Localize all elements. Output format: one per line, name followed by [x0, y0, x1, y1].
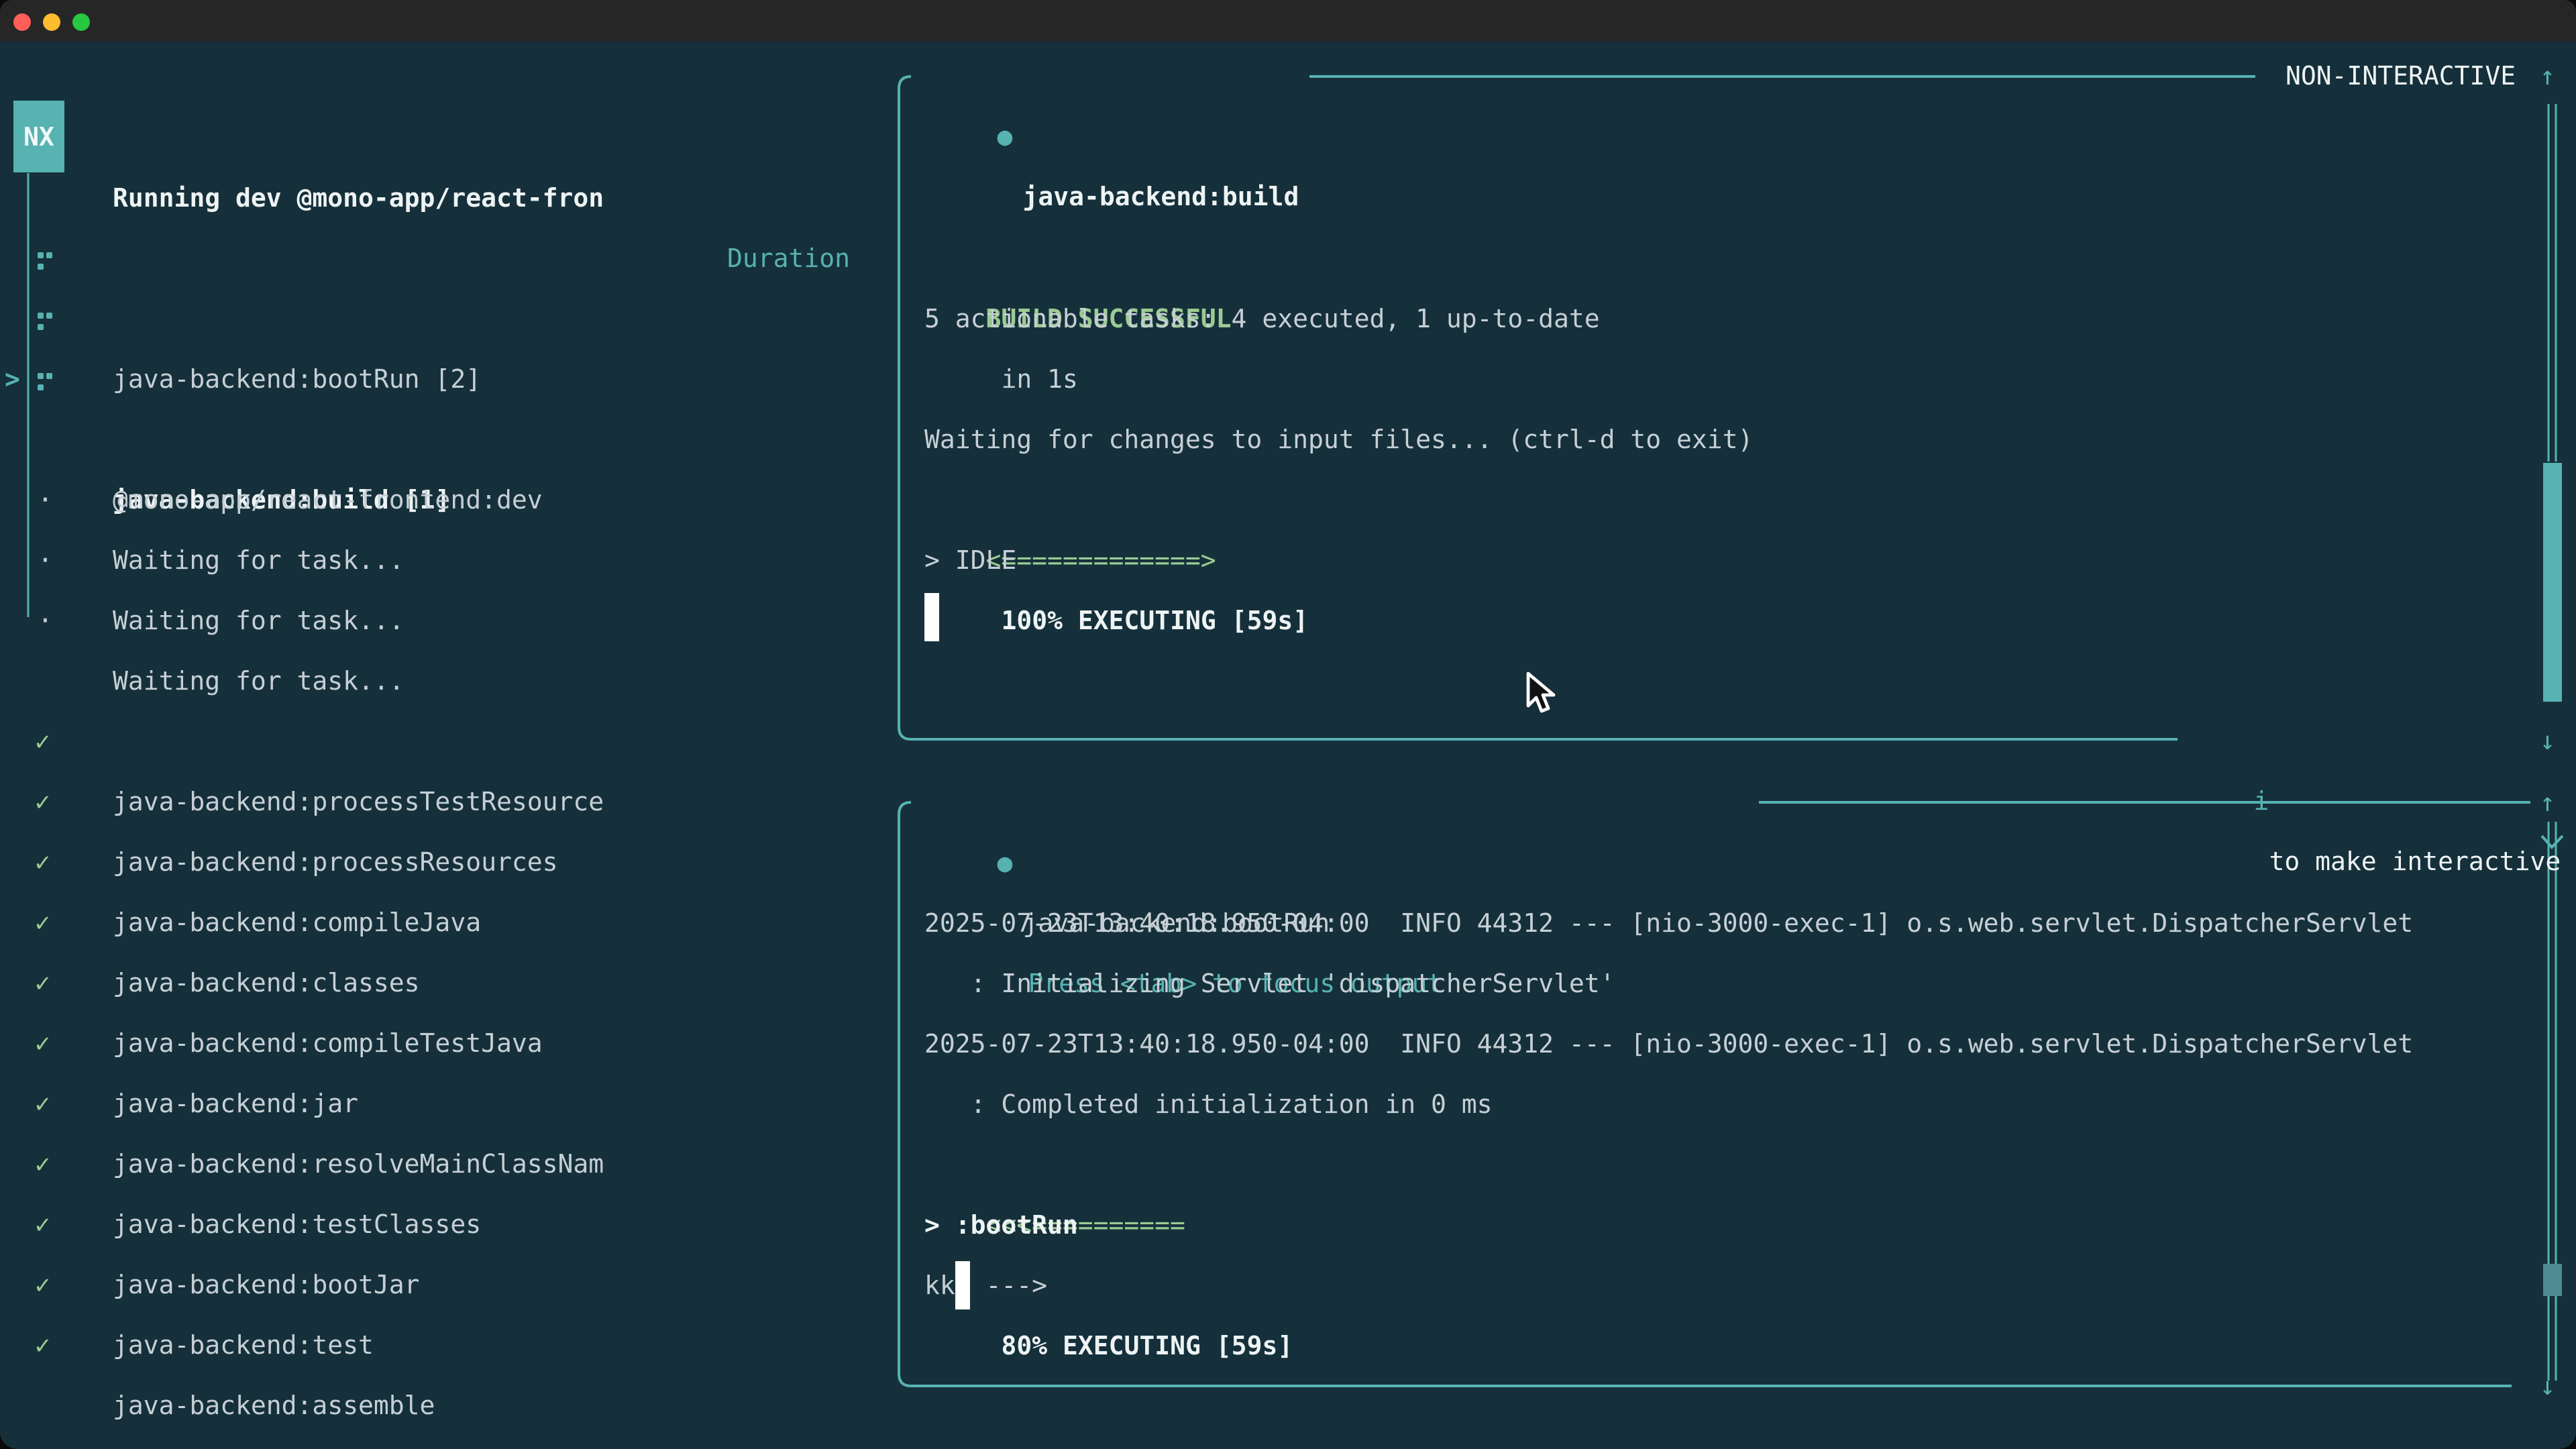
- build-result-line: BUILD SUCCESSFUL in 1s: [924, 228, 1232, 288]
- task-name: java-backend:test: [113, 1315, 374, 1375]
- log-line: : Initializing Servlet 'dispatcherServle…: [924, 953, 1615, 1014]
- spinner-icon: [38, 373, 44, 379]
- bootrun-scroll-down-icon[interactable]: ↓: [2540, 1356, 2555, 1416]
- waiting-task-row: · Waiting for task...: [0, 470, 879, 530]
- completed-task-row[interactable]: ✓ java-backend:classes 1.1s: [0, 832, 879, 892]
- interactive-hint: to make interactive: [2269, 847, 2561, 876]
- minimize-window-button[interactable]: [43, 13, 60, 31]
- completed-task-row[interactable]: ✓ java-backend:compileJava 4.3s: [0, 771, 879, 832]
- completed-task-row[interactable]: ✓ java-backend:test 734ms: [0, 1194, 879, 1254]
- progress-text: 100% EXECUTING [59s]: [1002, 606, 1309, 635]
- sidebar-status-bar: ← 1/2 → quit:qhelp:?: [0, 1375, 879, 1436]
- mouse-cursor-icon: [1523, 671, 1558, 716]
- completed-task-row[interactable]: ✓ java-backend:processTestResource 889ms: [0, 651, 879, 711]
- task-row-build-selected[interactable]: > java-backend:build [1] Continuous: [0, 288, 879, 349]
- build-scroll-up-icon[interactable]: ↑: [2540, 46, 2555, 106]
- completed-task-row[interactable]: ✓ java-backend:compileTestJava 808ms: [0, 892, 879, 953]
- waiting-for-changes-line: Waiting for changes to input files... (c…: [924, 409, 1753, 470]
- completed-task-row[interactable]: ✓ java-backend:processResources 1.0s: [0, 711, 879, 771]
- title-bar: [0, 0, 2576, 42]
- prev-page-arrow-icon[interactable]: ←: [27, 1436, 42, 1449]
- build-panel-header[interactable]: ● java-backend:build: [936, 46, 1299, 106]
- waiting-task-row: · Waiting for task...: [0, 530, 879, 590]
- build-panel-title: java-backend:build: [1023, 182, 1299, 211]
- build-time: in 1s: [1002, 364, 1078, 394]
- log-line: : Completed initialization in 0 ms: [924, 1074, 1492, 1134]
- progress-bar-rest: --->: [986, 1271, 1048, 1300]
- idle-line: > IDLE: [924, 530, 1016, 590]
- sidebar-title: Running dev @mono-app/react-fron: [113, 168, 604, 228]
- build-panel-footer: i to make interactive: [2192, 710, 2561, 771]
- build-scroll-thumb[interactable]: [2543, 463, 2562, 702]
- terminal-window: NX Running dev @mono-app/react-fron Dura…: [0, 0, 2576, 1449]
- waiting-task-row: · Waiting for task...: [0, 409, 879, 470]
- build-terminal-cursor: [924, 593, 939, 641]
- check-icon: ✓: [35, 1315, 50, 1375]
- spinner-icon: [38, 252, 44, 258]
- sidebar-header: Running dev @mono-app/react-fron Duratio…: [0, 107, 879, 168]
- task-row-frontend-dev[interactable]: @mono-app/react-frontend:dev Continuous: [0, 349, 879, 409]
- build-progress-line: <=============> 100% EXECUTING [59s]: [924, 470, 1308, 530]
- zoom-window-button[interactable]: [72, 13, 90, 31]
- completed-task-row[interactable]: ✓ java-backend:assemble 774ms: [0, 1254, 879, 1315]
- completed-task-row[interactable]: ✓ java-backend:bootJar 1.1s: [0, 1134, 879, 1194]
- waiting-label: Waiting for task...: [113, 590, 405, 651]
- bootrun-panel-header[interactable]: ● java-backend:bootRun Press <tab> to fo…: [936, 772, 1442, 833]
- build-scroll-down-icon[interactable]: ↓: [2540, 710, 2555, 771]
- bullet-icon: ·: [38, 590, 53, 651]
- terminal-input-text[interactable]: kk: [924, 1255, 955, 1316]
- log-line: 2025-07-23T13:40:18.950-04:00 INFO 44312…: [924, 893, 2413, 953]
- bootrun-terminal-cursor: [955, 1261, 970, 1309]
- progress-bar: <=============>: [986, 545, 1216, 575]
- completed-task-row[interactable]: ✓ java-backend:resolveMainClassNam 1.5s: [0, 1013, 879, 1073]
- panel-dot-icon: ●: [998, 121, 1013, 151]
- completed-task-row[interactable]: ✓ java-backend:jar 1.4s: [0, 953, 879, 1013]
- completed-task-row[interactable]: ✓ java-backend:testClasses 1.3s: [0, 1073, 879, 1134]
- tasks-summary-line: 5 actionable tasks: 4 executed, 1 up-to-…: [924, 288, 1600, 349]
- interactive-key: i: [2254, 786, 2269, 816]
- task-row-bootrun[interactable]: java-backend:bootRun [2] Continuous: [0, 228, 879, 288]
- close-window-button[interactable]: [13, 13, 31, 31]
- bootrun-scroll-thumb[interactable]: [2543, 1264, 2562, 1296]
- progress-text: 80% EXECUTING [59s]: [1002, 1331, 1293, 1360]
- noninteractive-badge: NON-INTERACTIVE: [2286, 46, 2516, 106]
- bootrun-progress-line: <<<========== ---> 80% EXECUTING [59s]: [924, 1134, 1293, 1195]
- panel-dot-icon: ●: [998, 848, 1013, 877]
- spinner-icon: [38, 313, 44, 319]
- bootrun-scroll-up-icon[interactable]: ↑: [2540, 772, 2555, 833]
- gradle-task-line: > :bootRun: [924, 1195, 1078, 1255]
- log-line: 2025-07-23T13:40:18.950-04:00 INFO 44312…: [924, 1014, 2413, 1074]
